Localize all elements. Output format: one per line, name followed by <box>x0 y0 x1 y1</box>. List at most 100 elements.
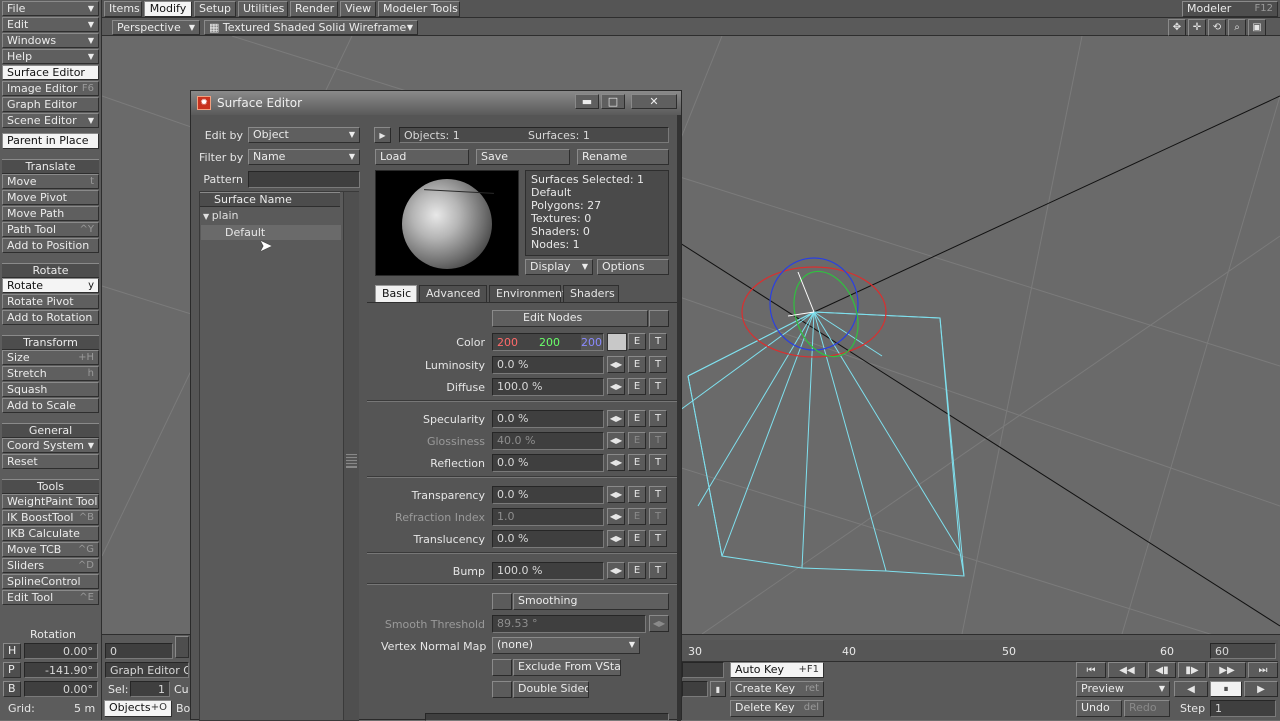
record-key-icon[interactable]: ▮ <box>710 681 726 697</box>
slider-arrows-icon[interactable]: ◀▶ <box>607 508 625 525</box>
luminosity-texture-button[interactable]: T <box>649 356 667 373</box>
edit-nodes-extra[interactable] <box>649 310 669 327</box>
rotation-h-field[interactable]: 0.00° <box>24 643 98 659</box>
luminosity-field[interactable]: 0.0 % <box>492 356 604 374</box>
glossiness-texture-button[interactable]: T <box>649 432 667 449</box>
reset-button[interactable]: Reset <box>2 454 99 469</box>
rotate-pivot-button[interactable]: Rotate Pivot <box>2 294 99 309</box>
load-button[interactable]: Load <box>375 149 469 165</box>
rename-button[interactable]: Rename <box>577 149 669 165</box>
vertex-normal-map-dropdown[interactable]: (none) ▼ <box>492 637 640 654</box>
diffuse-envelope-button[interactable]: E <box>628 378 646 395</box>
step-field[interactable]: 1 <box>1210 700 1276 717</box>
path-tool-button[interactable]: Path Tool ^Y <box>2 222 99 237</box>
slider-arrows-icon[interactable]: ◀▶ <box>607 530 625 547</box>
tab-modify[interactable]: Modify <box>144 1 192 17</box>
next-frame-icon[interactable]: ▮▶ <box>1178 662 1206 678</box>
pattern-input[interactable] <box>248 171 360 188</box>
color-envelope-button[interactable]: E <box>628 333 646 350</box>
reflection-envelope-button[interactable]: E <box>628 454 646 471</box>
exclude-vstack-button[interactable]: Exclude From VStack <box>513 659 621 676</box>
luminosity-envelope-button[interactable]: E <box>628 356 646 373</box>
parent-in-place-button[interactable]: Parent in Place <box>2 133 99 149</box>
save-button[interactable]: Save <box>476 149 570 165</box>
add-to-scale-button[interactable]: Add to Scale <box>2 398 99 413</box>
play-forward-icon[interactable]: ▶ <box>1244 681 1278 697</box>
weightpaint-tool-button[interactable]: WeightPaint Tool <box>2 494 99 509</box>
move-path-button[interactable]: Move Path <box>2 206 99 221</box>
size-button[interactable]: Size +H <box>2 350 99 365</box>
maximize-view-icon[interactable]: ▣ <box>1248 19 1266 36</box>
filter-by-dropdown[interactable]: Name ▼ <box>248 149 360 165</box>
timeline-range-field-2[interactable] <box>682 681 708 697</box>
ik-boosttool-button[interactable]: IK BoostTool ^B <box>2 510 99 525</box>
redo-button[interactable]: Redo <box>1124 700 1170 717</box>
go-to-end-icon[interactable]: ⏭ <box>1248 662 1278 678</box>
slider-arrows-icon[interactable]: ◀▶ <box>607 378 625 395</box>
pause-icon[interactable]: ⏸ <box>1210 681 1242 697</box>
sliders-button[interactable]: Sliders ^D <box>2 558 99 573</box>
previous-key-icon[interactable]: ◀◀ <box>1108 662 1146 678</box>
play-reverse-icon[interactable]: ◀ <box>1174 681 1208 697</box>
current-frame-field[interactable]: 0 <box>105 643 173 659</box>
add-to-position-button[interactable]: Add to Position <box>2 238 99 253</box>
smoothing-button[interactable]: Smoothing <box>513 593 669 610</box>
color-red-value[interactable]: 200 <box>497 335 518 350</box>
refraction-index-envelope-button[interactable]: E <box>628 508 646 525</box>
move-view-icon[interactable]: ✥ <box>1168 19 1186 36</box>
options-button[interactable]: Options <box>597 259 669 275</box>
stretch-button[interactable]: Stretch h <box>2 366 99 381</box>
image-editor-button[interactable]: Image Editor F6 <box>2 81 99 96</box>
menu-edit[interactable]: Edit ▼ <box>2 17 99 32</box>
slider-arrows-icon[interactable]: ◀▶ <box>607 454 625 471</box>
delete-key-button[interactable]: Delete Key del <box>730 700 824 717</box>
preview-dropdown[interactable]: Preview ▼ <box>1076 681 1170 697</box>
smooth-threshold-slider-icon[interactable]: ◀▶ <box>649 615 669 632</box>
tab-utilities[interactable]: Utilities <box>238 1 288 17</box>
reflection-field[interactable]: 0.0 % <box>492 454 604 472</box>
surface-list-header[interactable]: Surface Name <box>200 192 340 207</box>
frame-slider-handle[interactable] <box>175 636 189 658</box>
minimize-icon[interactable]: ▬ <box>575 94 599 109</box>
render-mode-dropdown[interactable]: ▦ Textured Shaded Solid Wireframe ▼ <box>204 20 418 35</box>
glossiness-field[interactable]: 40.0 % <box>492 432 604 450</box>
previous-frame-icon[interactable]: ◀▮ <box>1148 662 1176 678</box>
rotate-button[interactable]: Rotate y <box>2 278 99 293</box>
timeline-range-field[interactable] <box>682 662 724 678</box>
tab-items[interactable]: Items <box>104 1 142 17</box>
specularity-field[interactable]: 0.0 % <box>492 410 604 428</box>
mode-switch-modeler[interactable]: Modeler F12 <box>1182 1 1278 17</box>
pan-view-icon[interactable]: ✛ <box>1188 19 1206 36</box>
surface-preview[interactable] <box>375 170 519 276</box>
surface-editor-titlebar[interactable]: ✹ Surface Editor ▬ □ ✕ <box>191 91 681 115</box>
smoothing-checkbox[interactable] <box>492 593 512 610</box>
timeline-track[interactable] <box>682 640 1278 662</box>
transparency-envelope-button[interactable]: E <box>628 486 646 503</box>
color-blue-value[interactable]: 200 <box>581 335 602 350</box>
translucency-field[interactable]: 0.0 % <box>492 530 604 548</box>
slider-arrows-icon[interactable]: ◀▶ <box>607 486 625 503</box>
coord-system-button[interactable]: Coord System ▼ <box>2 438 99 453</box>
go-to-start-icon[interactable]: ⏮ <box>1076 662 1106 678</box>
diffuse-field[interactable]: 100.0 % <box>492 378 604 396</box>
create-key-button[interactable]: Create Key ret <box>730 681 824 697</box>
tree-expand-icon[interactable]: ▼ <box>203 212 212 221</box>
translucency-envelope-button[interactable]: E <box>628 530 646 547</box>
rotation-b-field[interactable]: 0.00° <box>24 681 98 697</box>
tab-shaders[interactable]: Shaders <box>563 285 619 303</box>
undo-button[interactable]: Undo^Z <box>1076 700 1122 717</box>
color-swatch[interactable] <box>607 333 627 351</box>
close-icon[interactable]: ✕ <box>631 94 677 109</box>
edit-by-dropdown[interactable]: Object ▼ <box>248 127 360 143</box>
tab-basic[interactable]: Basic <box>375 285 417 303</box>
bump-field[interactable]: 100.0 % <box>492 562 604 580</box>
reflection-texture-button[interactable]: T <box>649 454 667 471</box>
refraction-index-texture-button[interactable]: T <box>649 508 667 525</box>
display-dropdown[interactable]: Display ▼ <box>525 259 593 275</box>
objects-button[interactable]: Objects +O <box>104 700 172 717</box>
maximize-icon[interactable]: □ <box>601 94 625 109</box>
refraction-index-field[interactable]: 1.0 <box>492 508 604 526</box>
double-sided-checkbox[interactable] <box>492 681 512 698</box>
scene-editor-button[interactable]: Scene Editor ▼ <box>2 113 99 128</box>
slider-arrows-icon[interactable]: ◀▶ <box>607 410 625 427</box>
